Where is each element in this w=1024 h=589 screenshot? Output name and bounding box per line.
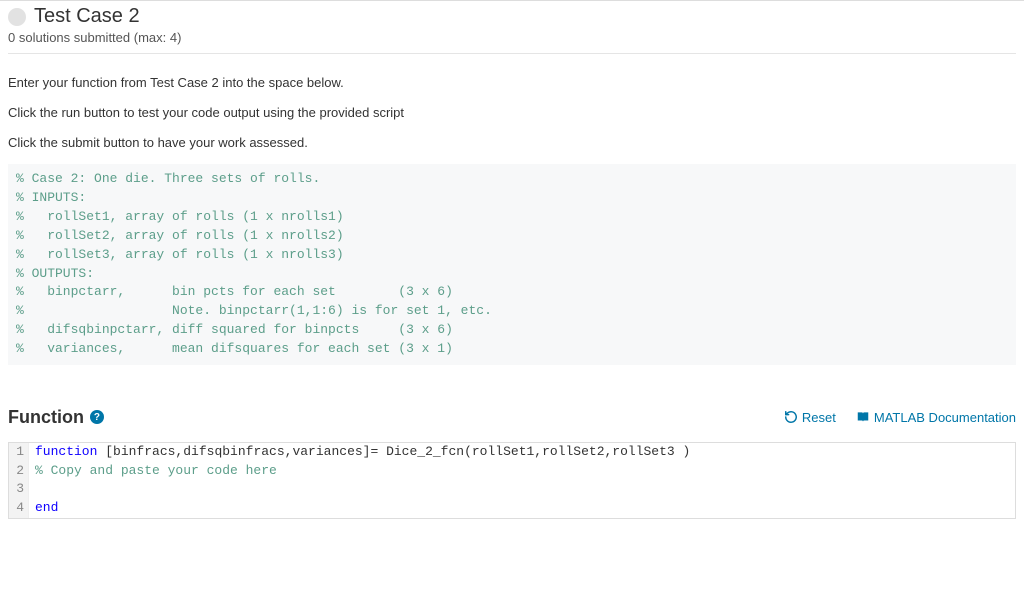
line-number: 4 xyxy=(9,499,29,518)
instructions: Enter your function from Test Case 2 int… xyxy=(8,72,1016,154)
keyword: end xyxy=(35,500,58,515)
editor-line: 2 % Copy and paste your code here xyxy=(9,462,1015,481)
page-root: Test Case 2 0 solutions submitted (max: … xyxy=(0,0,1024,519)
line-number: 1 xyxy=(9,443,29,462)
spec-code-block: % Case 2: One die. Three sets of rolls. … xyxy=(8,164,1016,364)
instruction-line: Click the run button to test your code o… xyxy=(8,102,1016,124)
reset-button[interactable]: Reset xyxy=(784,410,836,425)
code-text: [binfracs,difsqbinfracs,variances]= Dice… xyxy=(97,444,690,459)
editor-line: 4 end xyxy=(9,499,1015,518)
section-header-left: Function ? xyxy=(8,407,104,428)
instruction-line: Enter your function from Test Case 2 int… xyxy=(8,72,1016,94)
reset-icon xyxy=(784,410,798,424)
editor-line: 3 xyxy=(9,480,1015,499)
problem-header: Test Case 2 xyxy=(8,1,1016,28)
code-line[interactable]: end xyxy=(29,499,1015,518)
page-title: Test Case 2 xyxy=(34,5,140,28)
code-line[interactable]: % Copy and paste your code here xyxy=(29,462,1015,481)
code-editor[interactable]: 1 function [binfracs,difsqbinfracs,varia… xyxy=(8,442,1016,519)
function-label: Function xyxy=(8,407,84,428)
divider xyxy=(8,53,1016,54)
function-section-header: Function ? Reset MATLAB Docu xyxy=(8,407,1016,428)
docs-label: MATLAB Documentation xyxy=(874,410,1016,425)
comment-text: % Copy and paste your code here xyxy=(35,463,277,478)
submission-count: 0 solutions submitted (max: 4) xyxy=(8,28,1016,53)
code-line[interactable]: function [binfracs,difsqbinfracs,varianc… xyxy=(29,443,1015,462)
keyword: function xyxy=(35,444,97,459)
reset-label: Reset xyxy=(802,410,836,425)
line-number: 2 xyxy=(9,462,29,481)
editor-line: 1 function [binfracs,difsqbinfracs,varia… xyxy=(9,443,1015,462)
help-icon[interactable]: ? xyxy=(90,410,104,424)
book-icon xyxy=(856,410,870,424)
status-circle-icon xyxy=(8,8,26,26)
instruction-line: Click the submit button to have your wor… xyxy=(8,132,1016,154)
code-line[interactable] xyxy=(29,480,1015,499)
line-number: 3 xyxy=(9,480,29,499)
section-header-right: Reset MATLAB Documentation xyxy=(784,410,1016,425)
docs-link[interactable]: MATLAB Documentation xyxy=(856,410,1016,425)
